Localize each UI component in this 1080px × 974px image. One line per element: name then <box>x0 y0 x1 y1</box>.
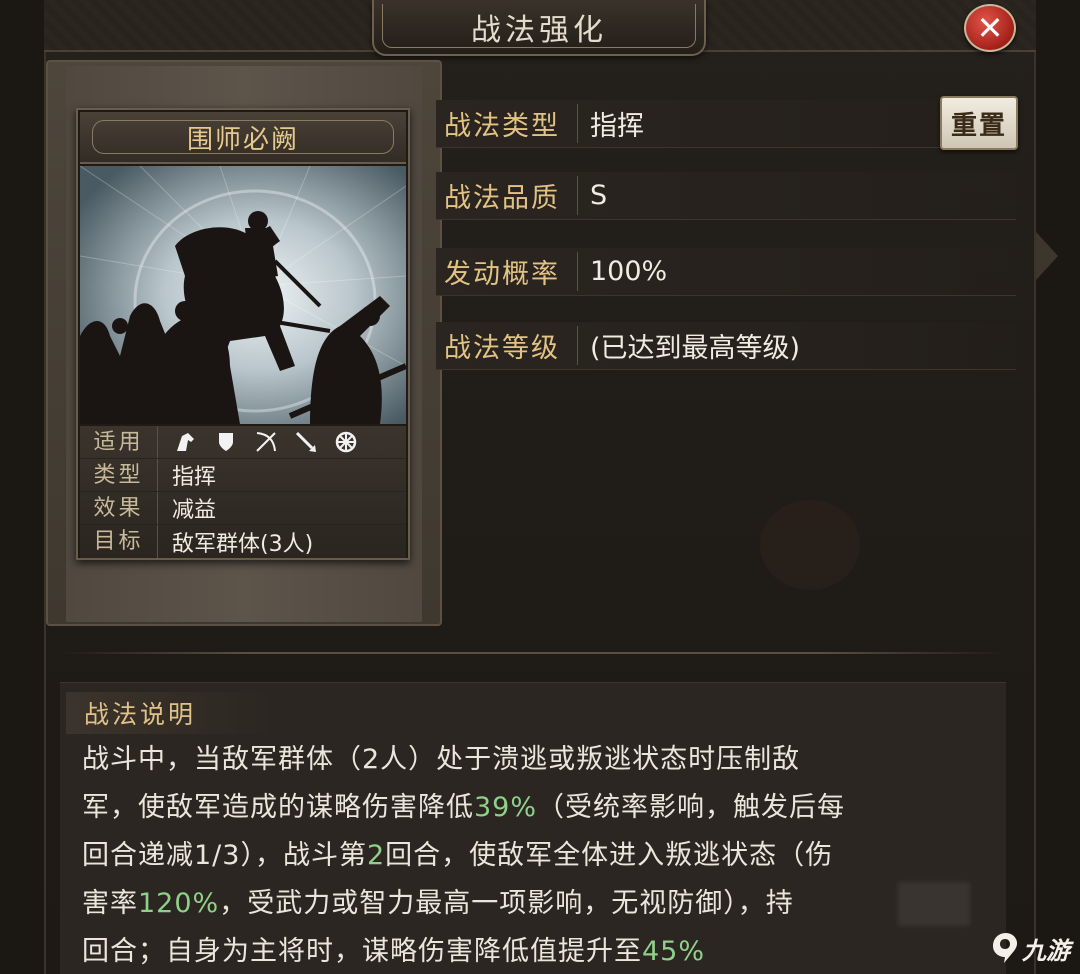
description-segment: 回合；自身为主将时，谋略伤害降低值提升至 <box>82 936 642 967</box>
background-seal-decoration <box>760 500 860 590</box>
description-title: 战法说明 <box>84 700 197 729</box>
description-segment: 战斗中，当敌军群体（2人）处于溃逃或叛逃状态时压制敌 <box>82 744 801 775</box>
stat-row-effect: 效果 减益 <box>80 492 406 525</box>
shield-icon <box>214 430 238 454</box>
highlight-value: 120% <box>138 888 220 919</box>
attribute-row-probability: 发动概率 100% <box>436 248 1016 296</box>
highlight-value: 2 <box>366 840 386 871</box>
stat-label: 类型 <box>80 459 158 491</box>
attribute-row-type: 战法类型 指挥 <box>436 100 1016 148</box>
description-text: 战斗中，当敌军群体（2人）处于溃逃或叛逃状态时压制敌 军，使敌军造成的谋略伤害降低… <box>82 736 982 974</box>
bow-icon <box>254 430 278 454</box>
description-line: 回合；自身为主将时，谋略伤害降低值提升至45% <box>82 928 982 974</box>
battle-silhouette-image <box>80 166 406 424</box>
stat-row-type: 类型 指挥 <box>80 459 406 492</box>
description-segment: 害率 <box>82 888 138 919</box>
watermark-text: 九游 <box>1022 936 1070 965</box>
skill-artwork <box>80 166 406 424</box>
attribute-label: 战法类型 <box>436 104 578 143</box>
stat-value: 减益 <box>172 498 217 523</box>
watermark: 九游 <box>990 926 1080 970</box>
stat-label: 效果 <box>80 492 158 524</box>
cavalry-icon <box>174 430 198 454</box>
stat-label: 目标 <box>80 525 158 558</box>
close-icon: ✕ <box>976 9 1004 47</box>
description-line: 军，使敌军造成的谋略伤害降低39%（受统率影响，触发后每 <box>82 784 982 832</box>
attribute-row-quality: 战法品质 S <box>436 172 1016 220</box>
highlight-value: 45% <box>642 936 706 967</box>
skill-name: 围师必阙 <box>186 124 299 155</box>
spear-icon <box>294 430 318 454</box>
skill-card-header: 围师必阙 <box>80 112 406 164</box>
close-button[interactable]: ✕ <box>964 4 1016 52</box>
page-title: 战法强化 <box>471 13 607 48</box>
stat-row-target: 目标 敌军群体(3人) <box>80 525 406 558</box>
stat-label: 适用 <box>80 426 158 458</box>
attribute-value: 100% <box>590 256 668 287</box>
obscured-text-block <box>898 882 970 926</box>
stat-row-troops: 适用 <box>80 426 406 459</box>
attribute-value: 指挥 <box>590 111 644 142</box>
attribute-row-level: 战法等级 (已达到最高等级) <box>436 322 1016 370</box>
skill-card-stats: 适用 类型 指挥 效果 减益 目标 敌军群体(3人) <box>80 426 406 558</box>
description-segment: 军，使敌军造成的谋略伤害降低 <box>82 792 474 823</box>
attribute-value: (已达到最高等级) <box>590 333 801 364</box>
stat-value: 敌军群体(3人) <box>172 531 314 557</box>
description-line: 回合递减1/3），战斗第2回合，使敌军全体进入叛逃状态（伤 <box>82 832 982 880</box>
section-divider <box>60 652 1006 654</box>
description-segment: 回合，使敌军全体进入叛逃状态（伤 <box>385 840 834 871</box>
chevron-right-icon[interactable] <box>1036 232 1058 280</box>
description-segment: 回合递减1/3），战斗第 <box>82 840 367 871</box>
stat-value: 指挥 <box>172 465 217 490</box>
description-header: 战法说明 <box>66 692 276 734</box>
title-plate: 战法强化 <box>372 0 706 56</box>
chariot-wheel-icon <box>334 430 358 454</box>
watermark-logo-icon <box>993 933 1018 963</box>
attribute-label: 战法等级 <box>436 326 578 365</box>
description-segment: ，受武力或智力最高一项影响，无视防御），持 <box>219 888 794 919</box>
attribute-value: S <box>590 180 608 211</box>
description-segment: （受统率影响，触发后每 <box>537 792 846 823</box>
description-line: 害率120%，受武力或智力最高一项影响，无视防御），持 <box>82 880 982 928</box>
skill-card: 围师必阙 适用 类型 指挥 效果 减益 目标 敌军群体(3人) <box>76 108 410 560</box>
attribute-label: 发动概率 <box>436 252 578 291</box>
description-line: 战斗中，当敌军群体（2人）处于溃逃或叛逃状态时压制敌 <box>82 736 982 784</box>
attribute-label: 战法品质 <box>436 176 578 215</box>
reset-button[interactable]: 重置 <box>940 96 1018 150</box>
troop-type-icons <box>158 430 358 454</box>
highlight-value: 39% <box>474 792 538 823</box>
